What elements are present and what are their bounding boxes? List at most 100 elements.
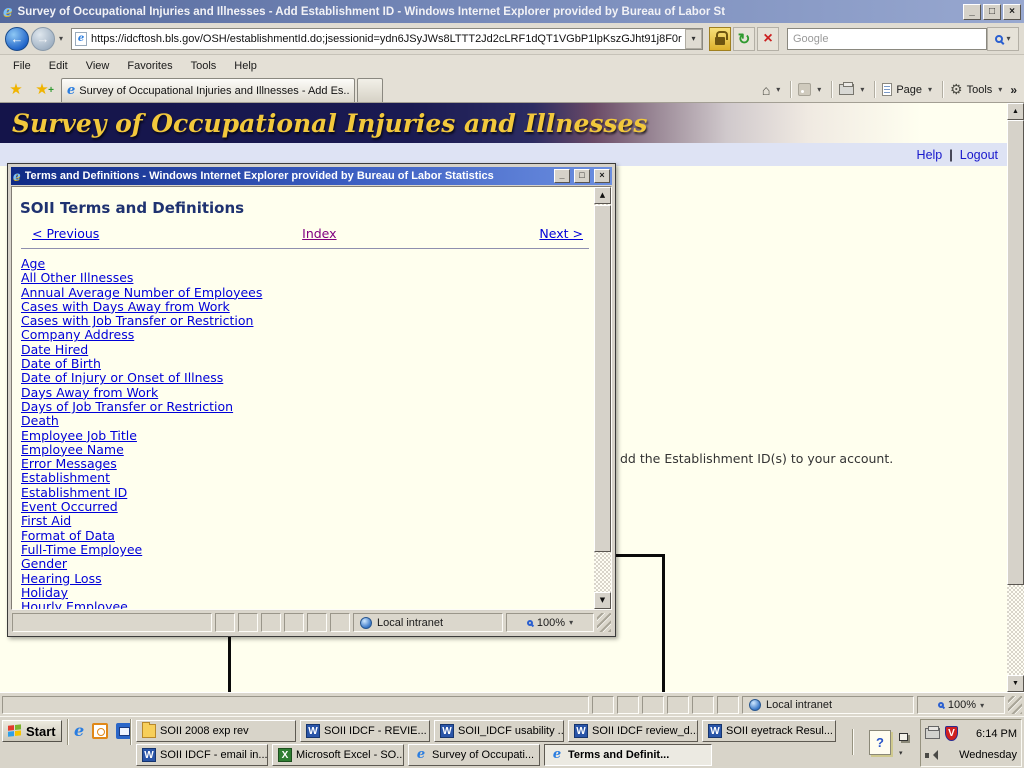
- menu-view[interactable]: View: [77, 57, 119, 75]
- definition-link[interactable]: Age: [21, 256, 611, 271]
- stop-button[interactable]: ×: [757, 26, 779, 51]
- definition-link[interactable]: Hourly Employee: [21, 599, 611, 609]
- restore-icon[interactable]: □: [983, 3, 1001, 20]
- refresh-button[interactable]: ↻: [733, 26, 755, 51]
- definition-link[interactable]: Employee Name: [21, 442, 611, 457]
- help-link[interactable]: Help: [917, 148, 943, 162]
- definition-link[interactable]: Gender: [21, 556, 611, 571]
- definition-link[interactable]: Days of Job Transfer or Restriction: [21, 399, 611, 414]
- search-go-button[interactable]: ▾: [987, 26, 1019, 51]
- clock-day[interactable]: Wednesday: [945, 749, 1017, 761]
- zoom-dropdown-icon[interactable]: ▾: [980, 701, 984, 710]
- address-input[interactable]: e https://idcftosh.bls.gov/OSH/establish…: [71, 27, 703, 50]
- zoom-control[interactable]: 100% ▾: [506, 613, 594, 632]
- tools-dropdown-icon[interactable]: ▾: [994, 85, 1006, 94]
- definition-link[interactable]: Format of Data: [21, 528, 611, 543]
- antivirus-shield-icon[interactable]: V: [945, 726, 958, 741]
- logout-link[interactable]: Logout: [960, 148, 998, 162]
- taskbar-button[interactable]: W SOII IDCF - REVIE...: [300, 720, 430, 742]
- toolbar-overflow-icon[interactable]: »: [1008, 83, 1019, 97]
- definition-link[interactable]: Hearing Loss: [21, 571, 611, 586]
- popup-scroll-up-icon[interactable]: ▲: [594, 187, 611, 204]
- window-restore-tray-icon[interactable]: [899, 733, 908, 741]
- taskbar-button[interactable]: W SOII IDCF review_d...: [568, 720, 698, 742]
- definition-link[interactable]: Employee Job Title: [21, 428, 611, 443]
- home-dropdown-icon[interactable]: ▾: [772, 85, 784, 94]
- close-icon[interactable]: ×: [1003, 3, 1021, 20]
- menu-edit[interactable]: Edit: [40, 57, 77, 75]
- clock-time[interactable]: 6:14 PM: [963, 728, 1017, 740]
- definition-link[interactable]: Holiday: [21, 585, 611, 600]
- previous-link[interactable]: < Previous: [32, 226, 99, 241]
- definition-link[interactable]: All Other Illnesses: [21, 270, 611, 285]
- popup-scroll-down-icon[interactable]: ▼: [594, 592, 611, 609]
- taskbar-button[interactable]: W SOII IDCF - email in...: [136, 744, 268, 766]
- next-link[interactable]: Next >: [539, 226, 583, 241]
- page-dropdown-icon[interactable]: ▾: [924, 85, 936, 94]
- gear-icon[interactable]: ⚙: [950, 81, 963, 98]
- definition-link[interactable]: Full-Time Employee: [21, 542, 611, 557]
- definition-link[interactable]: Days Away from Work: [21, 385, 611, 400]
- history-dropdown-icon[interactable]: ▾: [55, 34, 67, 43]
- resize-grip[interactable]: [597, 613, 611, 632]
- definition-link[interactable]: Cases with Job Transfer or Restriction: [21, 313, 611, 328]
- definition-link[interactable]: Date of Injury or Onset of Illness: [21, 371, 611, 386]
- menu-tools[interactable]: Tools: [182, 57, 226, 75]
- ie-quicklaunch-icon[interactable]: e: [74, 722, 84, 739]
- tools-menu-label[interactable]: Tools: [967, 84, 993, 96]
- page-menu-label[interactable]: Page: [896, 84, 922, 96]
- tray-expand-icon[interactable]: ▾: [899, 749, 903, 757]
- menu-file[interactable]: File: [4, 57, 40, 75]
- resize-grip[interactable]: [1008, 696, 1022, 714]
- definition-link[interactable]: Establishment ID: [21, 485, 611, 500]
- home-icon[interactable]: ⌂: [762, 82, 770, 98]
- clock-app-icon[interactable]: [92, 722, 109, 739]
- taskbar-button[interactable]: e Survey of Occupati...: [408, 744, 540, 766]
- taskbar-button[interactable]: W SOII_IDCF usability ...: [434, 720, 564, 742]
- security-lock-button[interactable]: [709, 26, 731, 51]
- feeds-icon[interactable]: [798, 83, 812, 96]
- definition-link[interactable]: Death: [21, 413, 611, 428]
- taskbar-button[interactable]: X Microsoft Excel - SO...: [272, 744, 404, 766]
- print-icon[interactable]: [839, 82, 855, 95]
- minimize-icon[interactable]: _: [963, 3, 981, 20]
- zoom-dropdown-icon[interactable]: ▾: [569, 618, 573, 627]
- search-input[interactable]: Google: [787, 27, 987, 50]
- definition-link[interactable]: Date Hired: [21, 342, 611, 357]
- taskbar-button[interactable]: W SOII eyetrack Resul...: [702, 720, 836, 742]
- popup-minimize-icon[interactable]: _: [554, 169, 570, 183]
- popup-scrollbar[interactable]: ▲ ▼: [594, 187, 611, 609]
- scroll-up-icon[interactable]: ▲: [1007, 103, 1024, 120]
- definition-link[interactable]: Cases with Days Away from Work: [21, 299, 611, 314]
- back-button[interactable]: ←: [5, 26, 29, 51]
- index-link[interactable]: Index: [302, 226, 336, 241]
- start-button[interactable]: Start: [2, 720, 62, 742]
- taskbar-button[interactable]: SOII 2008 exp rev: [136, 720, 296, 742]
- printer-tray-icon[interactable]: [925, 726, 940, 739]
- popup-scrollbar-thumb[interactable]: [594, 205, 611, 552]
- new-tab-stub[interactable]: [357, 78, 383, 102]
- scroll-down-icon[interactable]: ▼: [1007, 675, 1024, 692]
- definition-link[interactable]: Annual Average Number of Employees: [21, 285, 611, 300]
- definition-link[interactable]: First Aid: [21, 514, 611, 529]
- search-dropdown-icon[interactable]: ▾: [1006, 34, 1010, 43]
- scrollbar-thumb[interactable]: [1007, 120, 1024, 585]
- favorites-center-button[interactable]: ★: [3, 79, 29, 102]
- definition-link[interactable]: Date of Birth: [21, 356, 611, 371]
- tab-survey-active[interactable]: e Survey of Occupational Injuries and Il…: [61, 78, 355, 102]
- page-menu-icon[interactable]: [882, 83, 893, 96]
- forward-button[interactable]: →: [31, 26, 55, 51]
- help-tray-button[interactable]: ?: [869, 730, 891, 755]
- print-dropdown-icon[interactable]: ▾: [856, 85, 868, 94]
- definition-link[interactable]: Event Occurred: [21, 499, 611, 514]
- speaker-icon[interactable]: [925, 749, 938, 760]
- main-scrollbar[interactable]: ▲ ▼: [1007, 103, 1024, 692]
- menu-help[interactable]: Help: [225, 57, 266, 75]
- definition-link[interactable]: Company Address: [21, 328, 611, 343]
- menu-favorites[interactable]: Favorites: [118, 57, 181, 75]
- address-dropdown-icon[interactable]: ▾: [685, 28, 702, 49]
- definition-link[interactable]: Error Messages: [21, 456, 611, 471]
- zoom-control[interactable]: 100% ▾: [917, 696, 1005, 714]
- definition-link[interactable]: Establishment: [21, 471, 611, 486]
- popup-close-icon[interactable]: ×: [594, 169, 610, 183]
